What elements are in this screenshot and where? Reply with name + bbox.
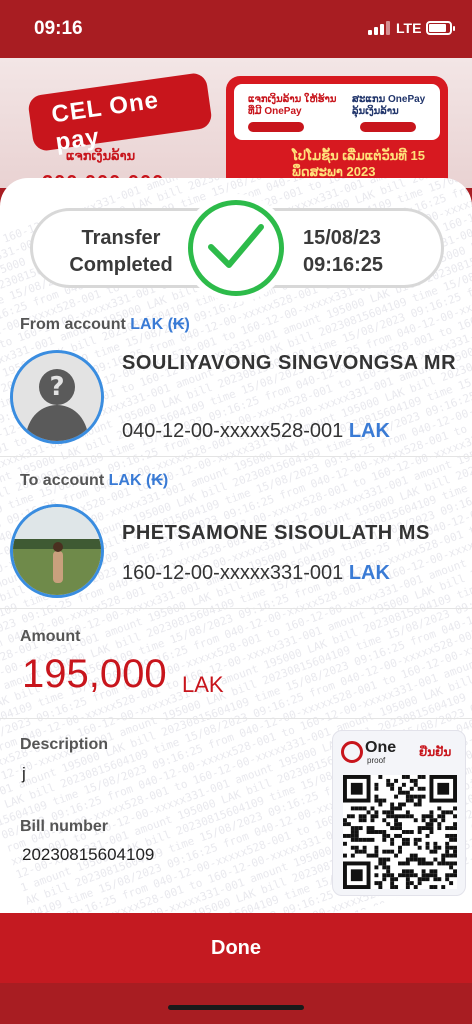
- status-time: 09:16: [34, 18, 83, 39]
- success-check-icon: [188, 200, 284, 296]
- network-type: LTE: [396, 20, 422, 36]
- divider: [0, 456, 472, 457]
- signal-icon: [368, 21, 390, 35]
- recipient-photo: [13, 507, 101, 595]
- onepay-promo-logo: CEL One pay: [26, 71, 214, 156]
- transfer-date: 15/08/23: [303, 227, 381, 249]
- divider: [0, 608, 472, 609]
- divider: [0, 718, 472, 719]
- amount-label: Amount: [20, 628, 81, 645]
- sender-name: SOULIYAVONG SINGVONGSA MR: [122, 352, 457, 374]
- oneproof-logo: One proof: [339, 737, 401, 767]
- qr-code[interactable]: [343, 775, 457, 889]
- from-account-label: From account LAK (₭): [20, 316, 190, 333]
- description-label: Description: [20, 736, 109, 753]
- from-currency: LAK (₭): [130, 316, 190, 333]
- home-indicator[interactable]: [168, 1005, 304, 1010]
- battery-icon: [426, 21, 455, 35]
- bill-number-value: 20230815604109: [22, 845, 155, 864]
- promo-pill: [248, 122, 304, 132]
- transfer-status: Transfer Completed: [69, 227, 173, 276]
- promo-card-left-text: ແຈກເງິນລ້ານ ໃຫ້ຮ້ານທີ່ມີ OnePay: [248, 94, 337, 117]
- svg-text:?: ?: [49, 372, 64, 402]
- promo-left: CEL One pay ແຈກເງິນລ້ານ 200,000,000: [12, 71, 214, 188]
- amount-value: 195,000: [22, 652, 167, 696]
- transfer-datetime: 15/08/23 09:16:25: [303, 225, 383, 279]
- unknown-person-icon: ?: [13, 353, 101, 441]
- promo-banner[interactable]: CEL One pay ແຈກເງິນລ້ານ 200,000,000 ແຈກເ…: [0, 58, 472, 188]
- promo-headline: ແຈກເງິນລ້ານ: [66, 148, 136, 163]
- status-bar: 09:16 LTE: [0, 0, 472, 58]
- receipt-card: from 040-12-00-xxxxx528-001 to 160-12-00…: [0, 178, 472, 913]
- promo-card-right-text: ສະແກນ OnePay ລຸ້ນເງິນລ້ານ: [352, 94, 426, 117]
- done-bar: Done: [0, 913, 472, 983]
- home-area: [0, 983, 472, 1024]
- promo-right: ແຈກເງິນລ້ານ ໃຫ້ຮ້ານທີ່ມີ OnePay ສະແກນ On…: [226, 76, 448, 188]
- to-currency: LAK (₭): [108, 472, 169, 489]
- sender-avatar: ?: [10, 350, 104, 444]
- verified-label: ຢືນຢັນ: [419, 745, 452, 759]
- oneproof-qr-card[interactable]: One proof ຢືນຢັນ: [332, 730, 466, 896]
- check-circle-icon: [341, 741, 363, 763]
- amount-currency: LAK: [182, 672, 224, 697]
- promo-card: ແຈກເງິນລ້ານ ໃຫ້ຮ້ານທີ່ມີ OnePay ສະແກນ On…: [234, 84, 440, 140]
- recipient-avatar: [10, 504, 104, 598]
- sender-account-number: 040-12-00-xxxxx528-001 LAK: [122, 420, 390, 442]
- promo-pill: [360, 122, 416, 132]
- recipient-account-number: 160-12-00-xxxxx331-001 LAK: [122, 562, 390, 584]
- transfer-time: 09:16:25: [303, 254, 384, 276]
- promo-footer: ໂປໂມຊັ້ນ ເລີ່ມແຕ່ວັນທີ 15 ພຶດສະພາ 2023: [292, 148, 425, 179]
- to-account-label: To account LAK (₭): [20, 472, 169, 489]
- bill-number-label: Bill number: [20, 818, 109, 835]
- recipient-name: PHETSAMONE SISOULATH MS: [122, 522, 430, 544]
- description-value: j: [22, 764, 26, 783]
- done-button[interactable]: Done: [0, 913, 472, 983]
